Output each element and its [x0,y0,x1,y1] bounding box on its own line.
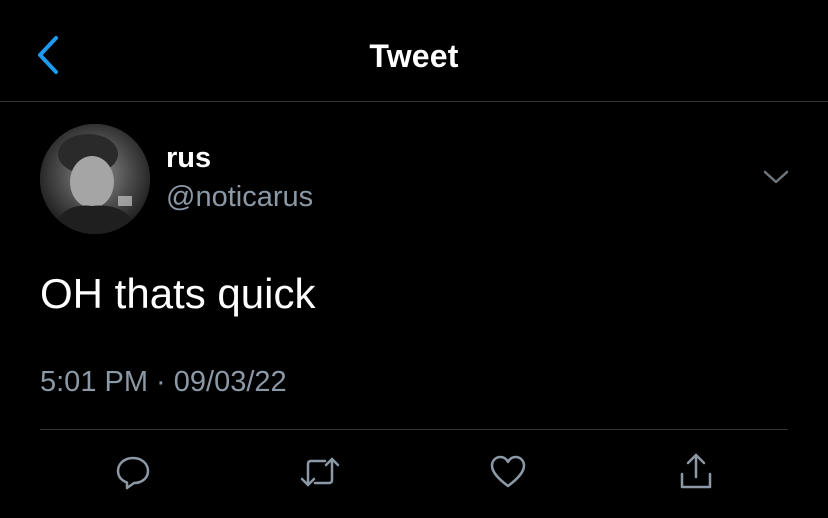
retweet-icon [298,452,342,497]
chevron-down-icon [762,169,790,190]
author-name[interactable]: rus [166,142,211,175]
page-title: Tweet [369,38,459,74]
heart-icon [488,452,528,497]
divider [40,429,788,430]
like-button[interactable] [486,452,530,496]
share-button[interactable] [674,452,718,496]
tweet-text: OH thats quick [40,270,316,317]
author-handle[interactable]: @noticarus [166,181,313,214]
reply-button[interactable] [111,452,155,496]
header-bar: Tweet [0,0,828,102]
reply-icon [113,452,153,497]
retweet-button[interactable] [298,452,342,496]
share-icon [676,452,716,497]
more-options-button[interactable] [758,164,794,194]
tweet-timestamp[interactable]: 5:01 PM · 09/03/22 [40,366,287,399]
avatar-image [40,124,150,234]
avatar[interactable] [40,124,150,234]
